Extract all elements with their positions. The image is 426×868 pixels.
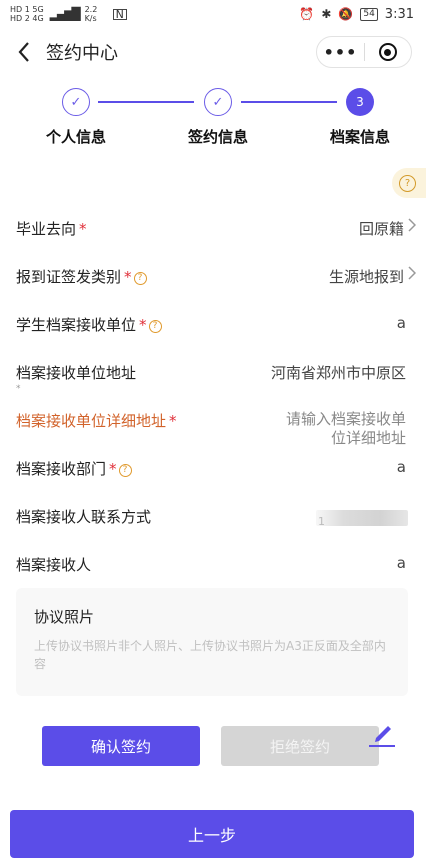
required-mark: *: [139, 316, 147, 334]
detail-address-label: 档案接收单位详细地址 *: [16, 410, 177, 431]
alarm-icon: ⏰: [299, 7, 315, 21]
close-dot: [384, 48, 392, 56]
required-mark: *: [124, 268, 132, 286]
sim-2-label: HD 2 4G: [10, 14, 44, 23]
network-speed: 2.2 K/s: [84, 5, 98, 23]
sim-1-label: HD 1 5G: [10, 5, 44, 14]
form-row-archive-unit[interactable]: 学生档案接收单位 *? a: [0, 314, 426, 338]
archive-unit-value[interactable]: a: [397, 314, 406, 332]
battery-icon: 54: [360, 7, 378, 21]
step-1-check-icon: ✓: [62, 88, 90, 116]
step-1-label: 个人信息: [45, 128, 106, 146]
agreement-photo-upload[interactable]: 协议照片 上传协议书照片非个人照片、上传协议书照片为A3正反面及全部内容: [16, 588, 408, 696]
unit-address-value[interactable]: 河南省郑州市中原区: [271, 362, 406, 383]
close-ring: [378, 43, 397, 61]
step-2-check-icon: ✓: [204, 88, 232, 116]
detail-address-label-text: 档案接收单位详细地址: [16, 412, 167, 430]
mute-icon: 🔕: [338, 7, 354, 21]
chevron-svg: [408, 266, 417, 280]
floating-help-button[interactable]: ?: [392, 168, 426, 198]
reject-sign-button[interactable]: 拒绝签约: [221, 726, 379, 766]
help-tip-icon[interactable]: ?: [133, 271, 147, 285]
required-mark: *: [169, 412, 177, 430]
chevron-right-icon: [408, 264, 417, 285]
contact-value: 1: [318, 515, 325, 528]
step-2-label: 签约信息: [187, 128, 248, 146]
help-tip-icon[interactable]: ?: [148, 319, 162, 333]
clock: 3:31: [384, 6, 414, 22]
back-arrow-svg: [18, 42, 29, 62]
progress-stepper: ✓ ✓ 3 个人信息 签约信息 档案信息: [0, 86, 426, 156]
department-label-text: 档案接收部门: [16, 460, 107, 478]
receiver-value[interactable]: a: [397, 554, 406, 572]
form-row-contact[interactable]: 档案接收人联系方式 1: [0, 506, 426, 530]
archive-unit-label: 学生档案接收单位 *?: [16, 314, 162, 335]
required-mark: *: [16, 384, 21, 394]
status-bar: HD 1 5G HD 2 4G ▂▄▆█ 2.2 K/s N ⏰ ✱ 🔕 54 …: [0, 0, 426, 28]
photo-title: 协议照片: [34, 608, 95, 626]
unit-address-label: 档案接收单位地址: [16, 364, 137, 382]
report-type-label: 报到证签发类别 *?: [16, 266, 147, 287]
chevron-svg: [408, 218, 417, 232]
receiver-label: 档案接收人: [16, 556, 92, 574]
form-row-unit-address[interactable]: 档案接收单位地址 * 河南省郑州市中原区: [0, 362, 426, 398]
photo-hint: 上传协议书照片非个人照片、上传协议书照片为A3正反面及全部内容: [34, 639, 386, 671]
contact-label: 档案接收人联系方式: [16, 508, 152, 526]
form-row-destination[interactable]: 毕业去向 * 回原籍: [0, 218, 426, 242]
pen-edit-icon[interactable]: [368, 718, 396, 748]
nfc-icon: N: [112, 8, 127, 20]
question-circle-icon: ?: [399, 174, 416, 192]
destination-label-text: 毕业去向: [16, 220, 77, 238]
destination-value[interactable]: 回原籍: [359, 218, 404, 239]
step-connector-1: [98, 101, 194, 103]
report-type-value[interactable]: 生源地报到: [329, 266, 404, 287]
mini-program-capsule: •••: [316, 36, 412, 68]
more-menu-icon[interactable]: •••: [317, 43, 364, 62]
department-value[interactable]: a: [397, 458, 406, 476]
detail-address-input[interactable]: 请输入档案接收单位详细地址: [286, 410, 406, 448]
previous-step-button[interactable]: 上一步: [10, 810, 414, 858]
chevron-right-icon: [408, 216, 417, 237]
signal-icon: ▂▄▆█: [49, 6, 81, 21]
back-arrow-icon[interactable]: [0, 28, 40, 76]
sim-info: HD 1 5G HD 2 4G: [10, 5, 44, 23]
nav-bar: 签约中心 •••: [0, 28, 426, 76]
step-connector-2: [241, 101, 337, 103]
form-row-department[interactable]: 档案接收部门 *? a: [0, 458, 426, 482]
help-tip-icon[interactable]: ?: [118, 463, 132, 477]
contact-value-redacted[interactable]: 1: [316, 510, 408, 528]
close-mini-program-icon[interactable]: [365, 43, 411, 61]
form-row-report-type[interactable]: 报到证签发类别 *? 生源地报到: [0, 266, 426, 290]
required-mark: *: [79, 220, 87, 238]
required-mark: *: [109, 460, 117, 478]
form-row-receiver[interactable]: 档案接收人 a: [0, 554, 426, 578]
confirm-sign-button[interactable]: 确认签约: [42, 726, 200, 766]
form-row-detail-address[interactable]: 档案接收单位详细地址 * 请输入档案接收单位详细地址: [0, 410, 426, 450]
status-left: HD 1 5G HD 2 4G ▂▄▆█ 2.2 K/s N: [10, 5, 127, 23]
page-title: 签约中心: [46, 43, 118, 64]
bluetooth-icon: ✱: [321, 7, 332, 21]
department-label: 档案接收部门 *?: [16, 458, 132, 479]
destination-label: 毕业去向 *: [16, 218, 87, 239]
status-right: ⏰ ✱ 🔕 54 3:31: [299, 7, 414, 22]
step-3-number: 3: [346, 88, 374, 116]
report-type-label-text: 报到证签发类别: [16, 268, 122, 286]
pen-svg: [369, 726, 395, 747]
archive-unit-label-text: 学生档案接收单位: [16, 316, 137, 334]
step-3-label: 档案信息: [329, 128, 390, 146]
